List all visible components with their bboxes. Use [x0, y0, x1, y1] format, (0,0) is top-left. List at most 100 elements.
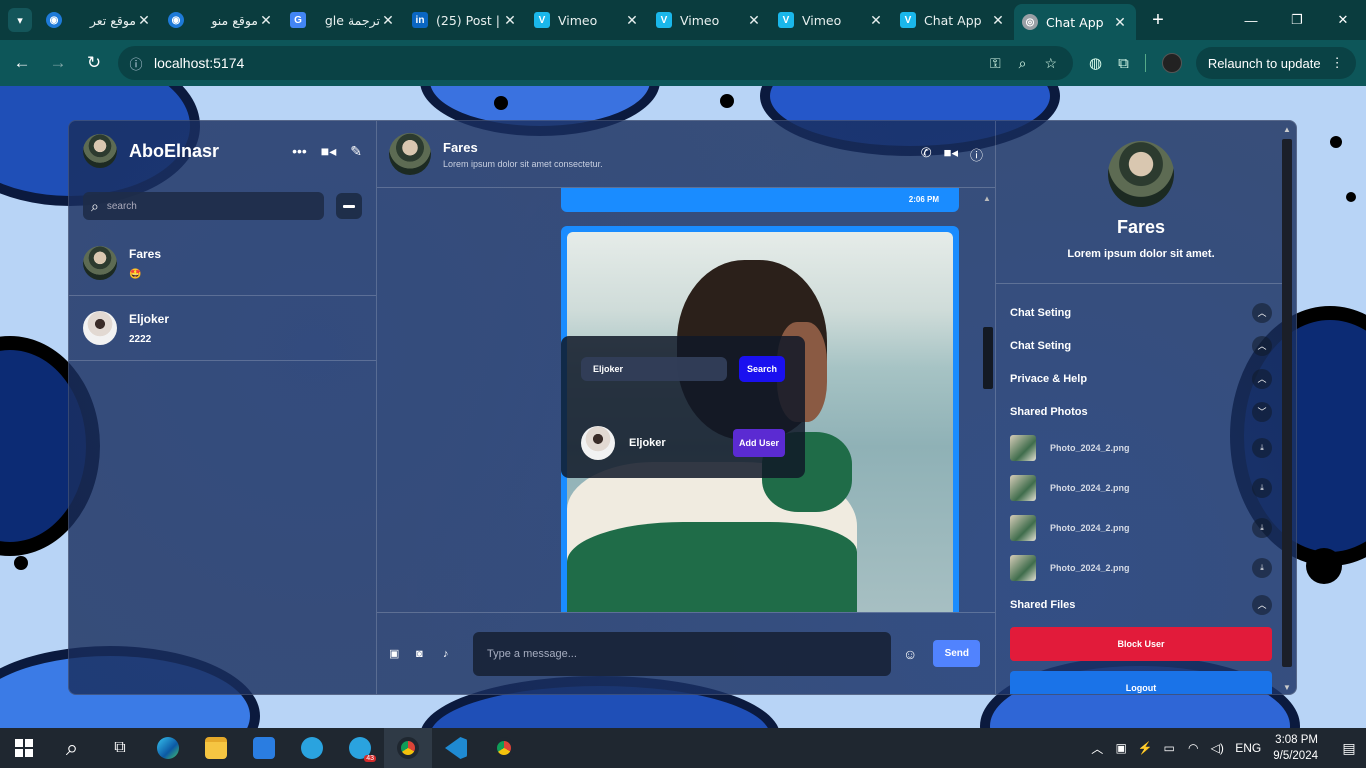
video-icon[interactable]: ■◂ [321, 143, 336, 160]
download-icon[interactable]: ⤓ [1252, 518, 1272, 538]
relaunch-button[interactable]: Relaunch to update ⋮ [1195, 47, 1356, 79]
browser-tab[interactable]: V Vimeo ✕ [648, 4, 770, 36]
shared-photo-item[interactable]: Photo_2024_2.png ⤓ [1010, 548, 1272, 588]
shared-photo-item[interactable]: Photo_2024_2.png ⤓ [1010, 468, 1272, 508]
browser-tab[interactable]: G ترجمة gle ✕ [282, 4, 404, 36]
chevron-up-icon[interactable]: ︿ [1252, 302, 1272, 323]
tab-search-button[interactable]: ▾ [8, 8, 32, 32]
image-icon[interactable]: ▣ [389, 647, 403, 660]
scroll-up-icon[interactable]: ▲ [1283, 125, 1291, 134]
start-button[interactable] [0, 728, 48, 768]
more-menu-icon[interactable]: ⋮ [1331, 55, 1344, 71]
back-icon[interactable]: ← [4, 45, 40, 81]
volume-icon[interactable]: ◁) [1205, 741, 1229, 755]
close-tab-icon[interactable]: ✕ [746, 12, 762, 29]
download-icon[interactable]: ⤓ [1252, 478, 1272, 498]
emoji-icon[interactable]: ☺ [903, 646, 917, 662]
scroll-up-icon[interactable]: ▲ [983, 194, 991, 203]
site-info-icon[interactable]: ⓘ [118, 54, 154, 73]
edge-icon[interactable] [144, 728, 192, 768]
power-icon[interactable]: ⚡ [1133, 741, 1157, 755]
toggle-add-user-button[interactable] [336, 193, 362, 219]
mail-icon[interactable] [240, 728, 288, 768]
chat-list-item[interactable]: Fares 🤩 [69, 231, 376, 296]
scroll-thumb[interactable] [1282, 139, 1292, 667]
close-tab-icon[interactable]: ✕ [1112, 14, 1128, 31]
add-user-search-button[interactable]: Search [738, 356, 785, 382]
wifi-icon[interactable]: ◠ [1181, 741, 1205, 755]
info-icon[interactable]: ⓘ [970, 145, 983, 164]
restore-icon[interactable]: ❐ [1274, 0, 1320, 40]
extensions-icon[interactable]: ⧉ [1118, 55, 1129, 72]
option-chat-settings[interactable]: Chat Seting ︿ [1010, 296, 1272, 329]
chrome-icon[interactable] [384, 728, 432, 768]
language-indicator[interactable]: ENG [1235, 741, 1261, 755]
forward-icon[interactable]: → [40, 45, 76, 81]
option-shared-photos[interactable]: Shared Photos ﹀ [1010, 395, 1272, 428]
chevron-up-icon[interactable]: ︿ [1085, 740, 1109, 757]
battery-icon[interactable]: ▭ [1157, 741, 1181, 755]
chevron-up-icon[interactable]: ︿ [1252, 368, 1272, 389]
edit-icon[interactable]: ✎ [350, 143, 362, 160]
close-tab-icon[interactable]: ✕ [502, 12, 518, 29]
telegram-icon[interactable]: 43 [336, 728, 384, 768]
profile-avatar[interactable] [1161, 53, 1182, 73]
block-user-button[interactable]: Block User [1010, 627, 1272, 661]
mic-icon[interactable]: ♪ [443, 648, 457, 660]
omnibox[interactable]: ⓘ localhost:5174 ⚿ ⌕ ☆ [118, 46, 1073, 80]
chevron-down-icon[interactable]: ﹀ [1252, 401, 1272, 422]
scroll-thumb[interactable] [983, 327, 993, 389]
translate-icon[interactable]: ◍ [1089, 54, 1102, 72]
file-explorer-icon[interactable] [192, 728, 240, 768]
browser-tab[interactable]: V Vimeo ✕ [770, 4, 892, 36]
search-input[interactable] [106, 200, 297, 212]
vscode-icon[interactable] [432, 728, 480, 768]
download-icon[interactable]: ⤓ [1252, 438, 1272, 458]
shared-photo-item[interactable]: Photo_2024_2.png ⤓ [1010, 428, 1272, 468]
minimize-icon[interactable]: — [1228, 0, 1274, 40]
bookmark-star-icon[interactable]: ☆ [1044, 55, 1057, 72]
close-tab-icon[interactable]: ✕ [624, 12, 640, 29]
add-user-search-input[interactable]: Eljoker [581, 357, 727, 381]
close-window-icon[interactable]: ✕ [1320, 0, 1366, 40]
browser-tab[interactable]: ◉ موقع منو ✕ [160, 4, 282, 36]
chevron-up-icon[interactable]: ︿ [1252, 594, 1272, 615]
close-tab-icon[interactable]: ✕ [136, 12, 152, 29]
option-privacy-help[interactable]: Privace & Help ︿ [1010, 362, 1272, 395]
url-text[interactable]: localhost:5174 [154, 55, 990, 71]
option-shared-files[interactable]: Shared Files ︿ [1010, 588, 1272, 621]
message-input[interactable]: Type a message... [473, 631, 891, 676]
avatar[interactable] [83, 134, 117, 168]
detail-scrollbar[interactable]: ▲ ▼ [1280, 121, 1294, 694]
scroll-down-icon[interactable]: ▼ [1283, 683, 1291, 692]
new-tab-icon[interactable]: + [1144, 9, 1172, 32]
browser-tab[interactable]: ◉ موقع تعر ✕ [38, 4, 160, 36]
logout-button[interactable]: Logout [1010, 671, 1272, 694]
chrome-icon[interactable] [480, 728, 528, 768]
shared-photo-item[interactable]: Photo_2024_2.png ⤓ [1010, 508, 1272, 548]
browser-tab-active[interactable]: ◎ Chat App ✕ [1014, 4, 1136, 40]
search-icon[interactable]: ⌕ [48, 728, 96, 768]
add-user-button[interactable]: Add User [732, 429, 785, 457]
messages-scrollbar[interactable]: ▲ [981, 194, 993, 612]
option-chat-settings[interactable]: Chat Seting ︿ [1010, 329, 1272, 362]
close-tab-icon[interactable]: ✕ [258, 12, 274, 29]
browser-tab[interactable]: in (25) Post | ✕ [404, 4, 526, 36]
close-tab-icon[interactable]: ✕ [380, 12, 396, 29]
close-tab-icon[interactable]: ✕ [990, 12, 1006, 29]
zoom-icon[interactable]: ⌕ [1019, 55, 1027, 72]
task-view-icon[interactable]: ⧉ [96, 728, 144, 768]
camera-icon[interactable]: ◙ [416, 648, 430, 660]
phone-icon[interactable]: ✆ [921, 145, 932, 164]
send-button[interactable]: Send [933, 640, 981, 667]
telegram-icon[interactable] [288, 728, 336, 768]
close-tab-icon[interactable]: ✕ [868, 12, 884, 29]
chat-list-item[interactable]: Eljoker 2222 [69, 296, 376, 361]
browser-tab[interactable]: V Vimeo ✕ [526, 4, 648, 36]
download-icon[interactable]: ⤓ [1252, 558, 1272, 578]
video-icon[interactable]: ■◂ [944, 145, 958, 164]
reload-icon[interactable]: ↻ [76, 45, 112, 81]
more-icon[interactable]: ••• [292, 143, 307, 160]
browser-tab[interactable]: V Chat App ✕ [892, 4, 1014, 36]
clock[interactable]: 3:08 PM 9/5/2024 [1273, 732, 1318, 764]
